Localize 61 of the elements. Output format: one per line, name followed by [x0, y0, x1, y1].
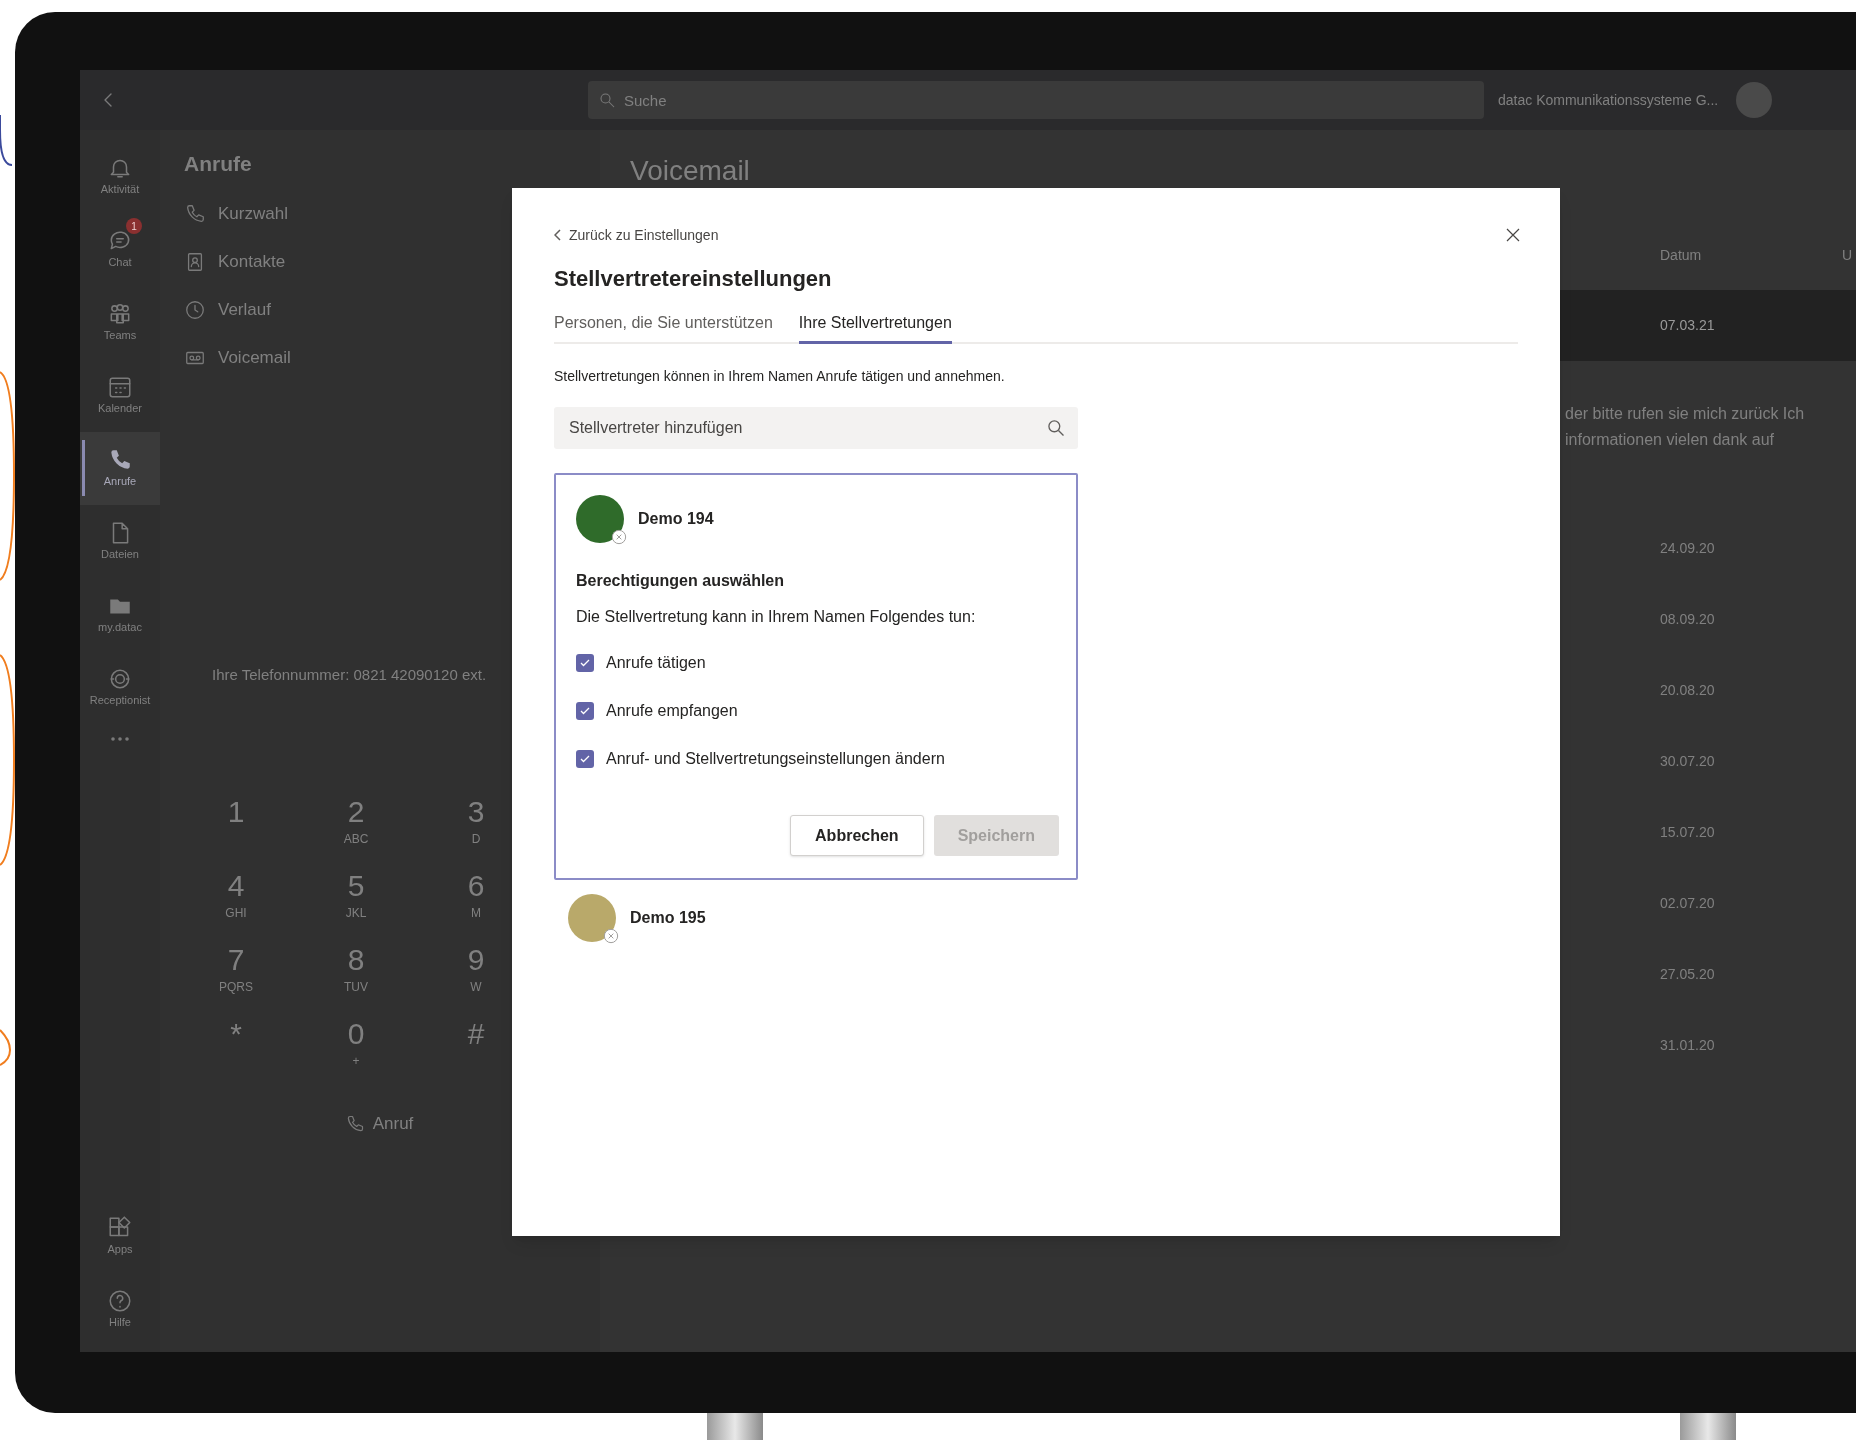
rail-item[interactable]: Dateien	[80, 505, 160, 578]
tab[interactable]: Ihre Stellvertretungen	[798, 311, 952, 344]
page-title: Voicemail	[630, 154, 751, 188]
selection-indicator	[82, 440, 85, 496]
checkbox-label: Anrufe tätigen	[606, 653, 706, 673]
chevron-left-icon	[554, 229, 561, 241]
checkbox-label: Anruf- und Stellvertretungseinstellungen ändern	[606, 749, 945, 769]
checkbox[interactable]	[576, 654, 594, 672]
rail-item[interactable]: Hilfe	[80, 1273, 160, 1346]
checkbox-label: Anrufe empfangen	[606, 701, 738, 721]
more-icon	[110, 736, 130, 742]
close-icon	[1504, 226, 1522, 244]
description-text: Stellvertretungen können in Ihrem Namen Anrufe tätigen und annehmen.	[554, 367, 1006, 386]
status-icon	[603, 928, 619, 944]
phone-icon	[184, 202, 206, 225]
monitor-stand	[707, 1413, 763, 1440]
status-icon	[611, 529, 627, 545]
rail-item[interactable]: Anrufe	[80, 432, 160, 505]
delegate-name: Demo 194	[638, 509, 714, 529]
pane-title: Anrufe	[184, 151, 253, 177]
rail-item[interactable]: Apps	[80, 1200, 160, 1273]
column-header[interactable]: U	[1842, 244, 1853, 266]
dialpad-key[interactable]: 8 TUV	[296, 942, 416, 1008]
tab[interactable]: Personen, die Sie unterstützen	[554, 311, 773, 344]
permissions-heading: Berechtigungen auswählen	[576, 571, 786, 591]
back-link[interactable]: Zurück zu Einstellungen	[554, 224, 719, 246]
delegate-row[interactable]: Demo 195	[568, 894, 1518, 942]
dialpad-key[interactable]: 0 +	[296, 1016, 416, 1082]
rail-item[interactable]: Aktivität	[80, 140, 160, 213]
rail-item[interactable]: Kalender	[80, 359, 160, 432]
permissions-text: Die Stellvertretung kann in Ihrem Namen Folgendes tun:	[576, 607, 977, 627]
column-header[interactable]: Datum	[1660, 244, 1842, 266]
clock-icon	[184, 298, 206, 321]
transcript-line: informationen vielen dank auf	[1565, 430, 1776, 450]
search-field[interactable]: Stellvertreter hinzufügen	[554, 407, 1078, 449]
dialpad-key[interactable]: 1	[176, 794, 296, 860]
unread-badge: 1	[126, 218, 142, 234]
cancel-button[interactable]: Abbrechen	[790, 815, 924, 856]
dialog-title: Stellvertretereinstellungen	[554, 265, 833, 293]
transcript-line: der bitte rufen sie mich zurück Ich	[1565, 404, 1806, 424]
search-icon	[598, 91, 616, 109]
dialpad-key[interactable]: 2 ABC	[296, 794, 416, 860]
checkbox[interactable]	[576, 750, 594, 768]
checkbox[interactable]	[576, 702, 594, 720]
checkmark-icon	[579, 753, 591, 765]
org-name: datac Kommunikationssysteme G...	[1498, 90, 1719, 110]
checkmark-icon	[579, 705, 591, 717]
call-button[interactable]: Anruf	[284, 1104, 474, 1144]
checkmark-icon	[579, 657, 591, 669]
rail-item[interactable]: Receptionist	[80, 651, 160, 724]
dialpad-key[interactable]: 5 JKL	[296, 868, 416, 934]
dialpad-key[interactable]: *	[176, 1016, 296, 1082]
search-icon	[1046, 418, 1066, 438]
rail-item[interactable]: my.datac	[80, 578, 160, 651]
rail-item[interactable]: Teams	[80, 286, 160, 359]
search-field[interactable]: Suche	[588, 81, 1484, 119]
dialpad-key[interactable]: 7 PQRS	[176, 942, 296, 1008]
phone-number: Ihre Telefonnummer: 0821 42090120 ext.	[212, 664, 488, 685]
rail-item[interactable]: Chat 1	[80, 213, 160, 286]
monitor-stand	[1680, 1413, 1736, 1440]
dialpad-key[interactable]: 4 GHI	[176, 868, 296, 934]
